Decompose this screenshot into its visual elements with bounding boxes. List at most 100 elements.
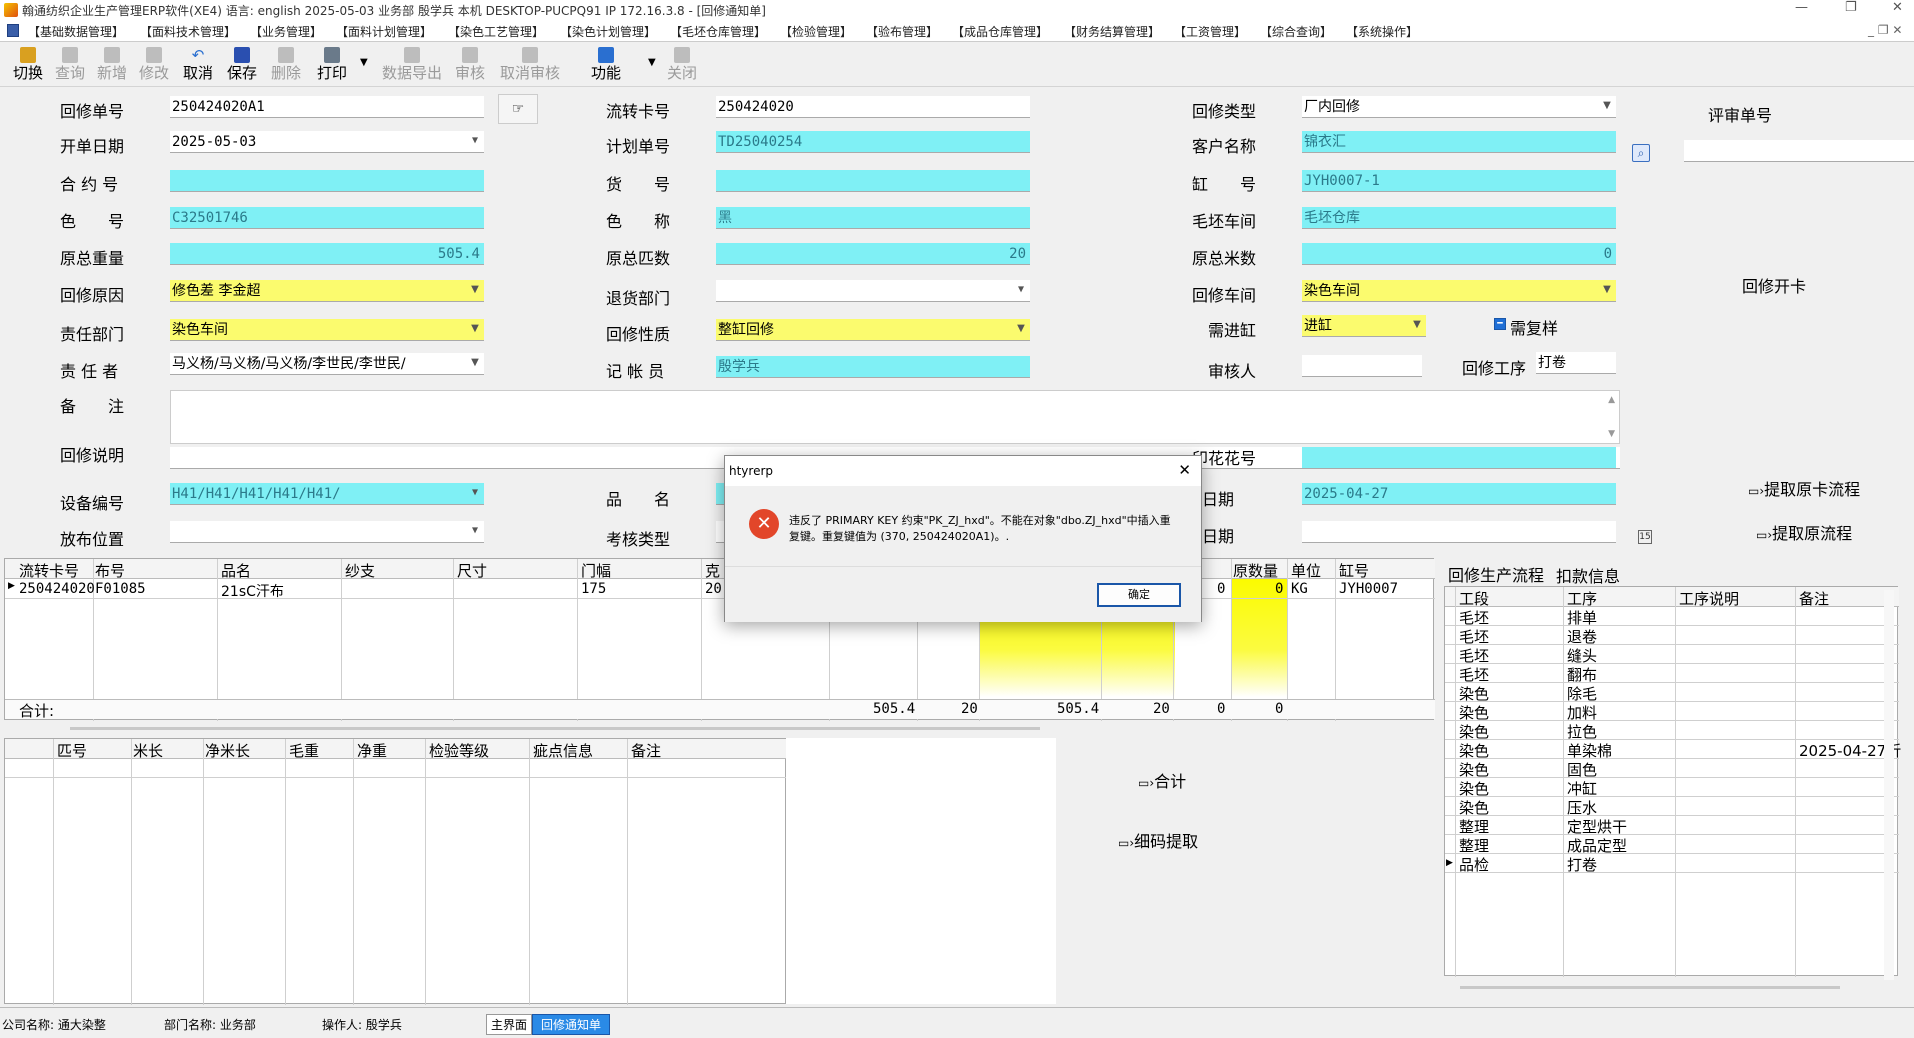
search-icon[interactable]: ⌕ (1632, 144, 1650, 162)
col-grade[interactable]: 检验等级 (429, 740, 489, 761)
clerk-field[interactable]: 殷学兵 (716, 356, 1030, 378)
chevron-down-icon[interactable]: ▼ (468, 133, 482, 149)
col-product-name[interactable]: 品名 (221, 560, 251, 581)
cell-flow-card[interactable]: 250424020 (19, 581, 95, 597)
date1-field[interactable]: 2025-04-27 (1302, 483, 1616, 505)
need-vat-field[interactable]: 进缸 ▼ (1302, 315, 1426, 337)
orig-weight-field[interactable]: 505.4 (170, 243, 484, 265)
menu-finished-warehouse[interactable]: 【成品仓库管理】 (952, 23, 1048, 40)
col-vat-no[interactable]: 缸号 (1339, 560, 1369, 581)
cell-process[interactable]: 冲缸 (1567, 778, 1597, 799)
cell-section[interactable]: 毛坯 (1459, 626, 1489, 647)
cell-width[interactable]: 175 (581, 581, 606, 597)
repair-no-field[interactable]: 250424020A1 (170, 96, 484, 118)
review-no-field[interactable] (1684, 140, 1914, 162)
chevron-down-icon[interactable]: ▼ (468, 321, 482, 337)
col-unit[interactable]: 单位 (1291, 560, 1321, 581)
repair-reason-field[interactable]: 修色差 李金超 ▼ (170, 280, 484, 302)
need-resample-checkbox[interactable]: ━ (1494, 318, 1506, 330)
cell-process[interactable]: 退卷 (1567, 626, 1597, 647)
chevron-down-icon[interactable]: ▼ (468, 523, 482, 539)
col-cloth-no[interactable]: 布号 (95, 560, 125, 581)
data-export-button[interactable]: 数据导出 (378, 45, 446, 85)
color-name-field[interactable]: 黑 (716, 207, 1030, 229)
cell-process[interactable]: 排单 (1567, 607, 1597, 628)
col-gross-weight[interactable]: 毛重 (289, 740, 319, 761)
get-flow-button[interactable]: ▭›提取原流程 (1756, 520, 1852, 544)
vertical-scrollbar[interactable] (1884, 590, 1894, 980)
chevron-down-icon[interactable]: ▼ (468, 485, 482, 501)
print-button[interactable]: 打印 (310, 45, 354, 85)
cloth-location-field[interactable]: ▼ (170, 521, 484, 543)
menu-query[interactable]: 【综合查询】 (1260, 23, 1332, 40)
repair-nature-field[interactable]: 整缸回修 ▼ (716, 319, 1030, 341)
cell-section[interactable]: 毛坯 (1459, 645, 1489, 666)
cell-vat-no[interactable]: JYH0007 (1339, 581, 1398, 597)
cell-section[interactable]: 染色 (1459, 759, 1489, 780)
horizontal-scrollbar[interactable] (1460, 986, 1840, 989)
col-section[interactable]: 工段 (1459, 588, 1489, 609)
mdi-minimize-button[interactable]: _ ❐ ✕ (1868, 23, 1902, 37)
cell-section[interactable]: 整理 (1459, 816, 1489, 837)
cell-process[interactable]: 缝头 (1567, 645, 1597, 666)
cell-cloth-no[interactable]: F01085 (95, 581, 146, 597)
cancel-button[interactable]: ↶ 取消 (176, 45, 220, 85)
col-flow-card[interactable]: 流转卡号 (19, 560, 79, 581)
cell-zero[interactable]: 0 (1217, 581, 1225, 597)
cell-process[interactable]: 单染棉 (1567, 740, 1612, 761)
cell-process[interactable]: 定型烘干 (1567, 816, 1627, 837)
print-dropdown-icon[interactable]: ▼ (360, 57, 368, 68)
new-button[interactable]: 新增 (90, 45, 134, 85)
delete-button[interactable]: 删除 (264, 45, 308, 85)
cell-section[interactable]: 染色 (1459, 797, 1489, 818)
cell-section[interactable]: 染色 (1459, 778, 1489, 799)
cell-process[interactable]: 翻布 (1567, 664, 1597, 685)
ok-button[interactable]: 确定 (1097, 583, 1181, 607)
review-button[interactable]: 审核 (448, 45, 492, 85)
detail-grid[interactable]: 匹号 米长 净米长 毛重 净重 检验等级 疵点信息 备注 (4, 738, 787, 1005)
vat-no-field[interactable]: JYH0007-1 (1302, 170, 1616, 192)
col-length[interactable]: 米长 (133, 740, 163, 761)
scroll-up-icon[interactable]: ▲ (1608, 395, 1615, 405)
return-dept-field[interactable]: ▼ (716, 280, 1030, 302)
minimize-button[interactable]: — (1795, 0, 1808, 15)
scroll-down-icon[interactable]: ▼ (1608, 429, 1615, 439)
close-button[interactable]: 关闭 (660, 45, 704, 85)
col-net-length[interactable]: 净米长 (205, 740, 250, 761)
cell-section[interactable]: 毛坯 (1459, 607, 1489, 628)
function-dropdown-icon[interactable]: ▼ (648, 57, 656, 68)
chevron-down-icon[interactable]: ▼ (1600, 98, 1614, 114)
restore-button[interactable]: ❐ (1845, 0, 1857, 15)
stamp-field[interactable] (1302, 447, 1616, 469)
save-button[interactable]: 保存 (220, 45, 264, 85)
plan-no-field[interactable]: TD25040254 (716, 131, 1030, 153)
cell-process[interactable]: 固色 (1567, 759, 1597, 780)
tab-repair-flow[interactable]: 回修生产流程 (1448, 562, 1544, 586)
remark-textarea[interactable]: ▲ ▼ (170, 390, 1620, 444)
menu-fabric-plan[interactable]: 【面料计划管理】 (336, 23, 432, 40)
menu-cloth-check[interactable]: 【验布管理】 (866, 23, 938, 40)
date2-field[interactable] (1302, 521, 1616, 543)
cell-process[interactable]: 拉色 (1567, 721, 1597, 742)
col-flow-remark[interactable]: 备注 (1799, 588, 1829, 609)
color-no-field[interactable]: C32501746 (170, 207, 484, 229)
menu-dye-plan[interactable]: 【染色计划管理】 (560, 23, 656, 40)
menu-finance[interactable]: 【财务结算管理】 (1064, 23, 1160, 40)
cancel-review-button[interactable]: 取消审核 (494, 45, 566, 85)
resp-dept-field[interactable]: 染色车间 ▼ (170, 319, 484, 341)
cell-orig-qty[interactable]: 0 (1275, 581, 1283, 597)
menu-basic-data[interactable]: 【基础数据管理】 (28, 23, 124, 40)
tab-deduction[interactable]: 扣款信息 (1556, 563, 1620, 587)
switch-button[interactable]: 切换 (6, 45, 50, 85)
pick-button[interactable]: ☞ (498, 94, 538, 124)
repair-open-card-button[interactable]: 回修开卡 (1742, 273, 1806, 297)
col-process-desc[interactable]: 工序说明 (1679, 588, 1739, 609)
col-piece-no[interactable]: 匹号 (57, 740, 87, 761)
horizontal-scrollbar[interactable] (70, 727, 1040, 730)
col-width[interactable]: 门幅 (581, 560, 611, 581)
close-window-button[interactable]: ✕ (1892, 0, 1903, 15)
cell-process[interactable]: 加料 (1567, 702, 1597, 723)
cell-product-name[interactable]: 21sC汗布 (221, 581, 284, 601)
menu-inspection[interactable]: 【检验管理】 (780, 23, 852, 40)
col-defects[interactable]: 疵点信息 (533, 740, 593, 761)
